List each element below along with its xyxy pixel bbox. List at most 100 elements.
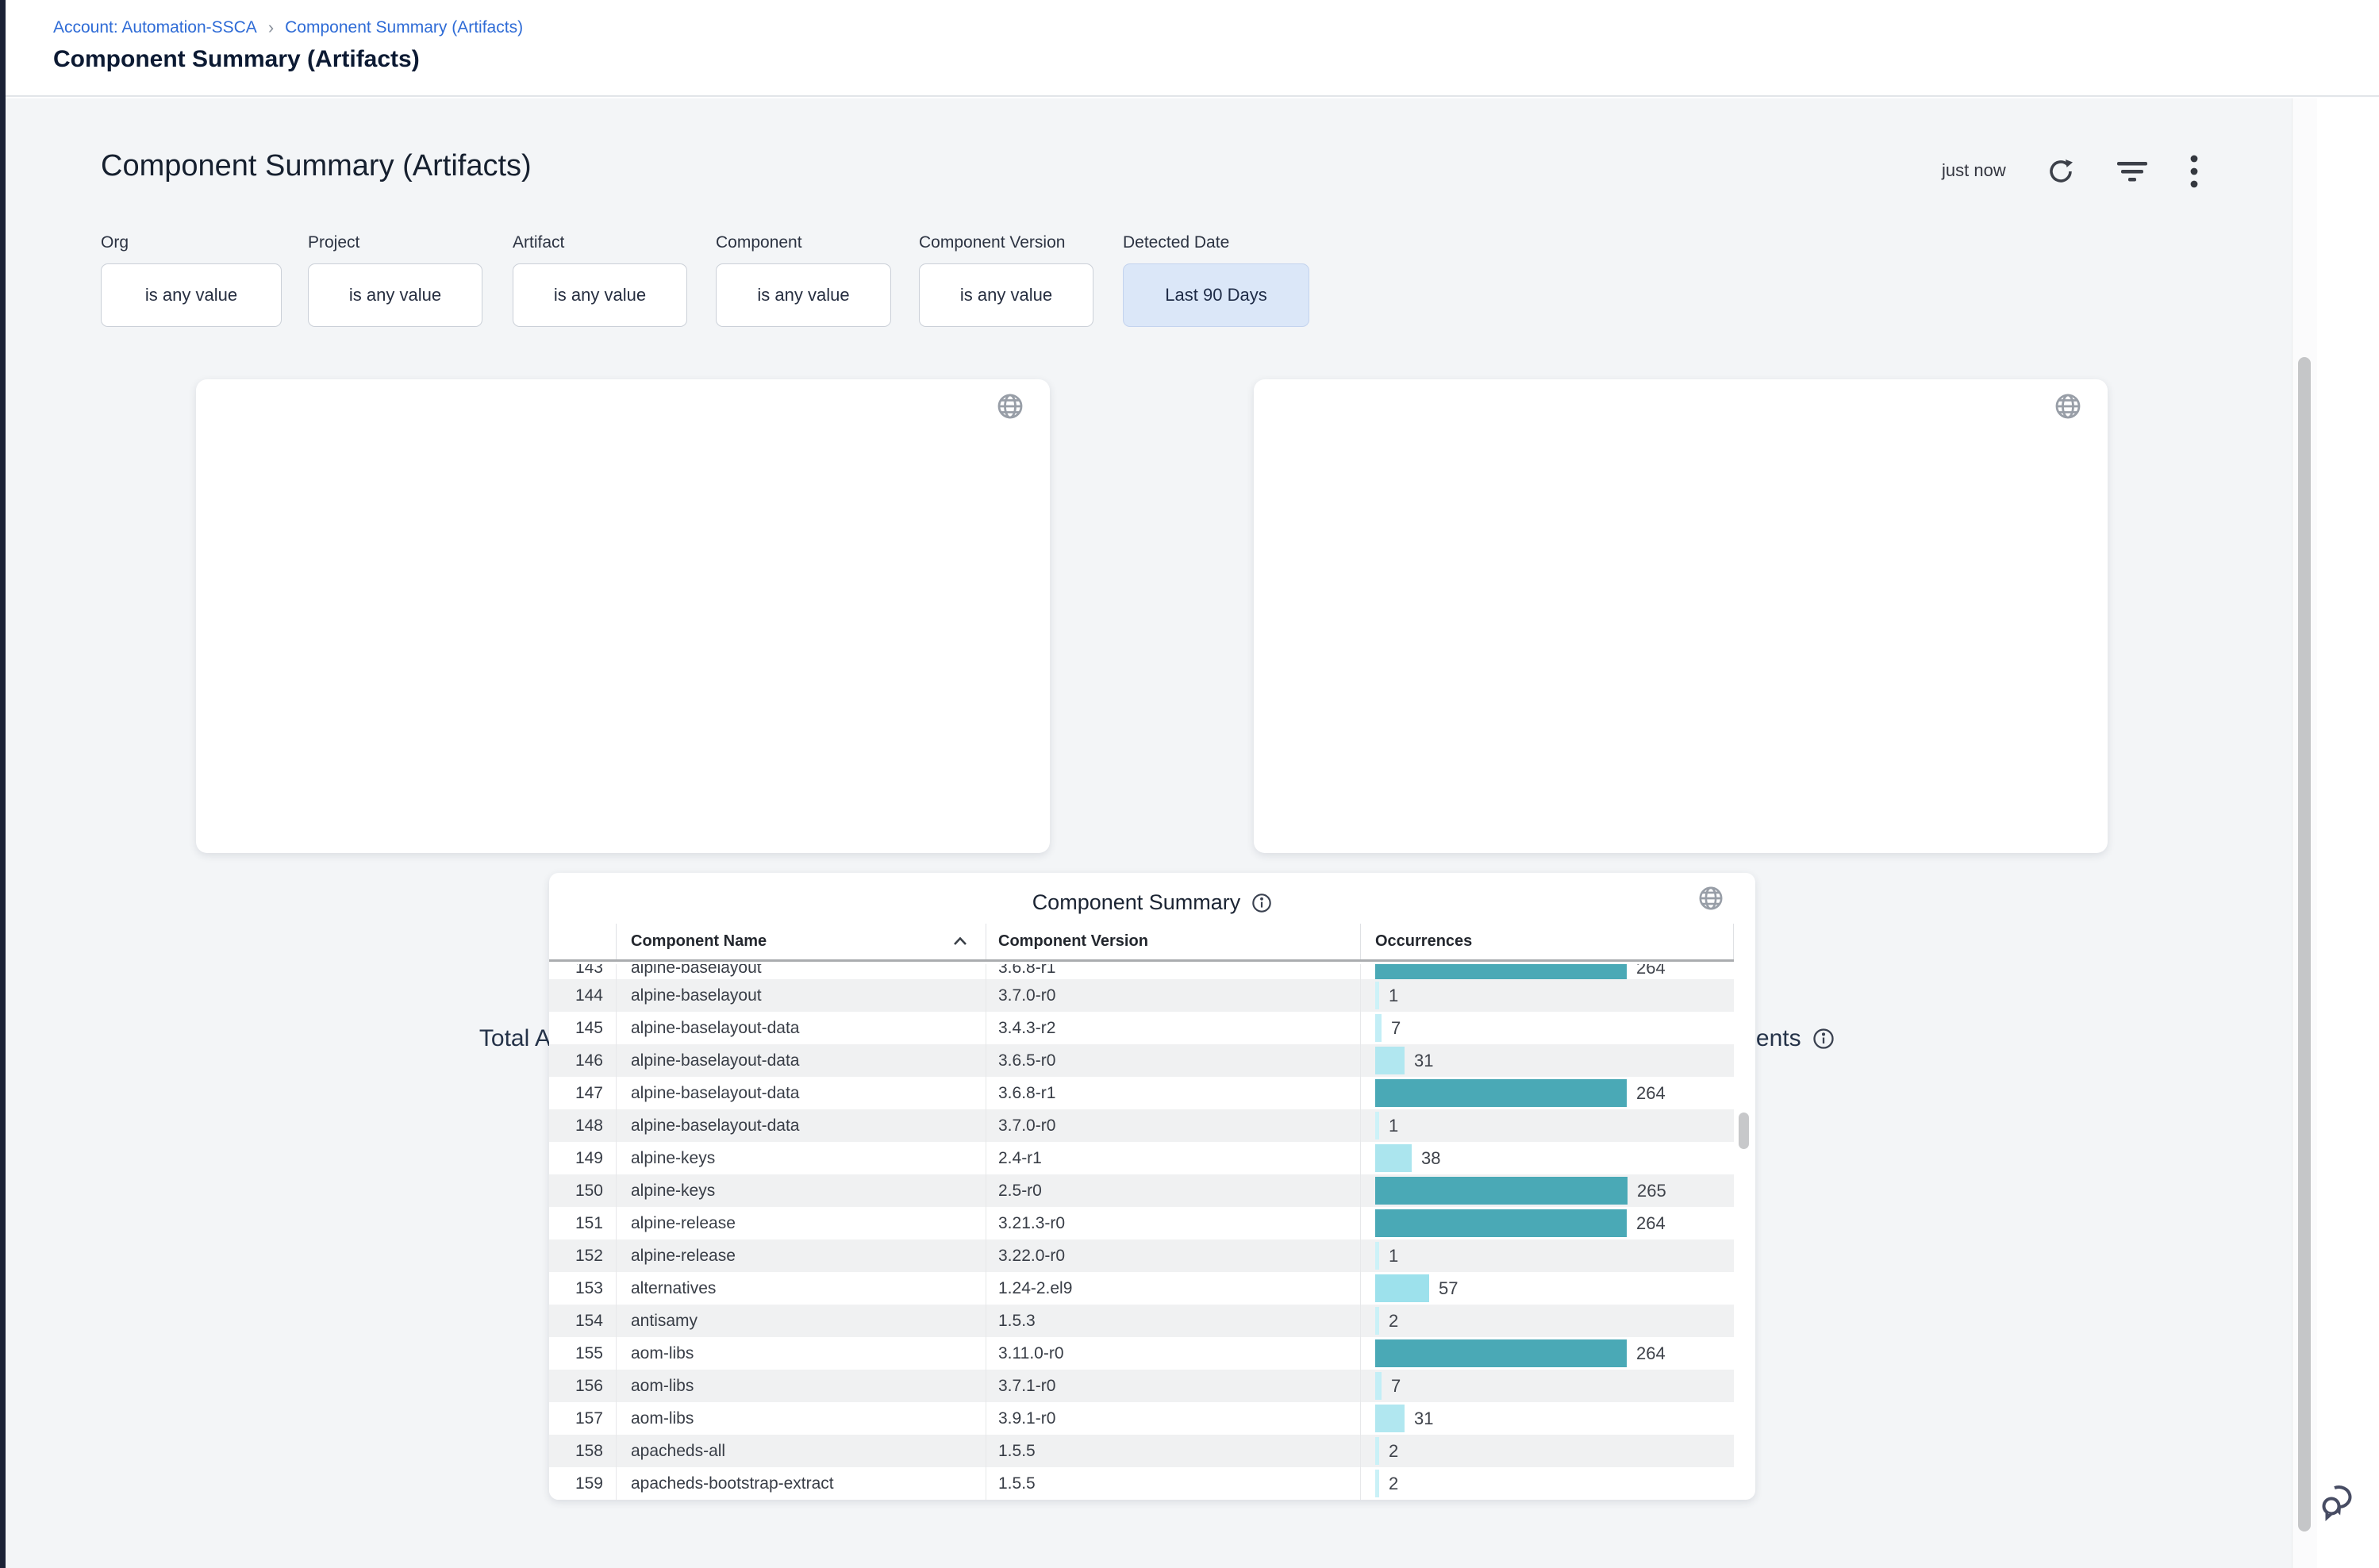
table-row[interactable]: 147alpine-baselayout-data3.6.8-r1264	[549, 1077, 1734, 1109]
page-title: Component Summary (Artifacts)	[53, 46, 420, 73]
component-version-cell: 3.7.0-r0	[986, 979, 1361, 1012]
occurrence-bar	[1375, 1177, 1628, 1205]
table-scrollbar-thumb[interactable]	[1739, 1113, 1749, 1149]
table-row[interactable]: 150alpine-keys2.5-r0265	[549, 1174, 1734, 1207]
component-version-cell: 3.7.1-r0	[986, 1370, 1361, 1402]
row-number: 158	[549, 1435, 617, 1467]
component-version-cell: 3.6.8-r1	[986, 1077, 1361, 1109]
component-version-cell: 3.22.0-r0	[986, 1239, 1361, 1272]
occurrence-bar	[1375, 1144, 1412, 1172]
table-row[interactable]: 157aom-libs3.9.1-r031	[549, 1402, 1734, 1435]
occurrences-cell: 31	[1361, 1044, 1734, 1077]
sort-ascending-icon[interactable]	[952, 936, 968, 947]
clipped-table-row: 143alpine-baselayout3.6.8-r1264	[549, 964, 1734, 979]
component-name-column-header[interactable]: Component Name	[617, 924, 986, 959]
occurrence-bar	[1375, 1274, 1429, 1302]
breadcrumb-page-link[interactable]: Component Summary (Artifacts)	[285, 18, 523, 37]
row-number: 155	[549, 1337, 617, 1370]
component-name-cell: alternatives	[617, 1272, 986, 1305]
filter-label-artifact: Artifact	[513, 233, 564, 252]
occurrences-cell: 57	[1361, 1272, 1734, 1305]
table-row[interactable]: 145alpine-baselayout-data3.4.3-r27	[549, 1012, 1734, 1044]
component-name-cell: alpine-keys	[617, 1142, 986, 1174]
component-name-cell: alpine-release	[617, 1239, 986, 1272]
occurrences-column-header[interactable]: Occurrences	[1361, 924, 1734, 959]
globe-icon[interactable]	[2054, 393, 2081, 420]
table-row[interactable]: 158apacheds-all1.5.5 2	[549, 1435, 1734, 1467]
filter-label-project: Project	[308, 233, 359, 252]
filter-value-component[interactable]: is any value	[716, 263, 891, 327]
component-name-cell: alpine-release	[617, 1207, 986, 1239]
occurrence-value: 31	[1414, 1044, 1433, 1077]
component-version-cell: 2.4-r1	[986, 1142, 1361, 1174]
table-row[interactable]: 149alpine-keys2.4-r138	[549, 1142, 1734, 1174]
refresh-icon[interactable]	[2046, 156, 2076, 186]
table-row[interactable]: 146alpine-baselayout-data3.6.5-r031	[549, 1044, 1734, 1077]
component-version-cell: 3.9.1-r0	[986, 1402, 1361, 1435]
occurrences-cell: 2	[1361, 1305, 1734, 1337]
component-version-cell: 1.5.5	[986, 1467, 1361, 1500]
occurrence-bar	[1375, 1047, 1405, 1074]
occurrence-value: 2	[1389, 1435, 1398, 1467]
occurrence-bar	[1375, 1242, 1379, 1270]
info-icon[interactable]	[1251, 893, 1272, 913]
component-name-cell: antisamy	[617, 1305, 986, 1337]
component-name-cell: apacheds-all	[617, 1435, 986, 1467]
component-name-cell: alpine-baselayout	[617, 964, 986, 979]
occurrence-value: 1	[1389, 1239, 1398, 1272]
occurrence-value: 264	[1636, 1077, 1666, 1109]
table-row[interactable]: 156aom-libs3.7.1-r07	[549, 1370, 1734, 1402]
table-row[interactable]: 143alpine-baselayout3.6.8-r1264	[549, 964, 1734, 979]
component-name-cell: alpine-baselayout-data	[617, 1012, 986, 1044]
occurrences-cell: 2	[1361, 1435, 1734, 1467]
page-scrollbar-thumb[interactable]	[2298, 357, 2311, 1531]
filter-value-artifact[interactable]: is any value	[513, 263, 687, 327]
filter-value-detected-date[interactable]: Last 90 Days	[1123, 263, 1309, 327]
row-number: 156	[549, 1370, 617, 1402]
table-row[interactable]: 151alpine-release3.21.3-r0264	[549, 1207, 1734, 1239]
component-name-cell: alpine-baselayout-data	[617, 1109, 986, 1142]
globe-icon[interactable]	[997, 393, 1024, 420]
occurrence-bar	[1375, 1079, 1627, 1107]
table-row[interactable]: 159apacheds-bootstrap-extract1.5.52	[549, 1467, 1734, 1500]
component-version-column-header[interactable]: Component Version	[986, 924, 1361, 959]
kebab-menu-icon[interactable]	[2185, 152, 2203, 190]
occurrences-cell: 264	[1361, 1207, 1734, 1239]
dashboard-title: Component Summary (Artifacts)	[101, 149, 532, 183]
component-name-cell: alpine-baselayout-data	[617, 1044, 986, 1077]
info-icon[interactable]	[1812, 1028, 1835, 1050]
breadcrumb-account-link[interactable]: Account: Automation-SSCA	[53, 18, 257, 37]
occurrence-bar	[1375, 1209, 1627, 1237]
table-header-row: Component Name Component Version Occurre…	[549, 924, 1734, 962]
table-row[interactable]: 154antisamy1.5.32	[549, 1305, 1734, 1337]
table-row[interactable]: 155aom-libs3.11.0-r0264	[549, 1337, 1734, 1370]
row-number-column-header	[549, 924, 617, 959]
occurrence-value: 31	[1414, 1402, 1433, 1435]
occurrence-bar	[1375, 1112, 1379, 1139]
component-version-cell: 3.6.5-r0	[986, 1044, 1361, 1077]
table-row[interactable]: 144alpine-baselayout3.7.0-r01	[549, 979, 1734, 1012]
occurrences-cell: 264	[1361, 1077, 1734, 1109]
support-chat-icon[interactable]	[2316, 1478, 2362, 1524]
filter-value-component-version[interactable]: is any value	[919, 263, 1093, 327]
occurrence-bar	[1375, 1470, 1379, 1497]
component-name-cell: alpine-baselayout-data	[617, 1077, 986, 1109]
component-version-cell: 1.24-2.el9	[986, 1272, 1361, 1305]
occurrences-cell: 264	[1361, 964, 1734, 979]
table-row[interactable]: 153alternatives1.24-2.el957	[549, 1272, 1734, 1305]
occurrences-cell: 38	[1361, 1142, 1734, 1174]
table-row[interactable]: 152alpine-release3.22.0-r01	[549, 1239, 1734, 1272]
row-number: 149	[549, 1142, 617, 1174]
last-refreshed-label: just now	[1942, 160, 2006, 181]
component-summary-table-card: Component Summary Component Name	[549, 873, 1755, 1500]
occurrence-value: 2	[1389, 1305, 1398, 1337]
filter-value-project[interactable]: is any value	[308, 263, 482, 327]
filter-icon[interactable]	[2114, 159, 2150, 186]
breadcrumb-separator: ›	[268, 17, 274, 38]
filter-value-org[interactable]: is any value	[101, 263, 282, 327]
table-row[interactable]: 148alpine-baselayout-data3.7.0-r01	[549, 1109, 1734, 1142]
occurrences-cell: 7	[1361, 1370, 1734, 1402]
component-version-cell: 1.5.5	[986, 1435, 1361, 1467]
occurrences-cell: 264	[1361, 1337, 1734, 1370]
occurrence-value: 1	[1389, 979, 1398, 1012]
